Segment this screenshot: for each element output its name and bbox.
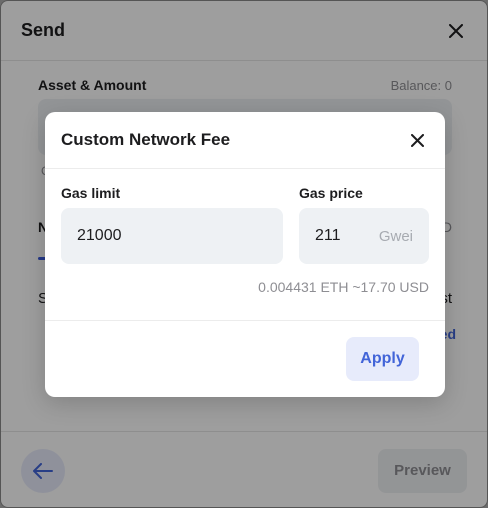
modal-close-button[interactable] bbox=[406, 129, 428, 151]
close-icon bbox=[410, 133, 424, 147]
modal-footer: Apply bbox=[45, 321, 445, 397]
gas-price-unit: Gwei bbox=[378, 227, 413, 245]
fee-estimate: 0.004431 ETH ~17.70 USD bbox=[258, 279, 429, 295]
gas-price-value: 211 bbox=[315, 227, 341, 244]
gas-price-label: Gas price bbox=[299, 185, 363, 201]
apply-button[interactable]: Apply bbox=[346, 337, 419, 381]
custom-network-fee-modal: Custom Network Fee Gas limit Gas price 2… bbox=[45, 112, 445, 397]
modal-header: Custom Network Fee bbox=[45, 112, 445, 169]
gas-limit-label: Gas limit bbox=[61, 185, 121, 201]
gas-price-input[interactable]: 211 Gwei bbox=[299, 208, 429, 264]
gas-limit-value: 21000 bbox=[77, 227, 122, 244]
gas-limit-input[interactable]: 21000 bbox=[61, 208, 283, 264]
modal-title: Custom Network Fee bbox=[61, 130, 231, 149]
modal-body: Gas limit Gas price 21000 211 Gwei 0.004… bbox=[45, 169, 445, 321]
